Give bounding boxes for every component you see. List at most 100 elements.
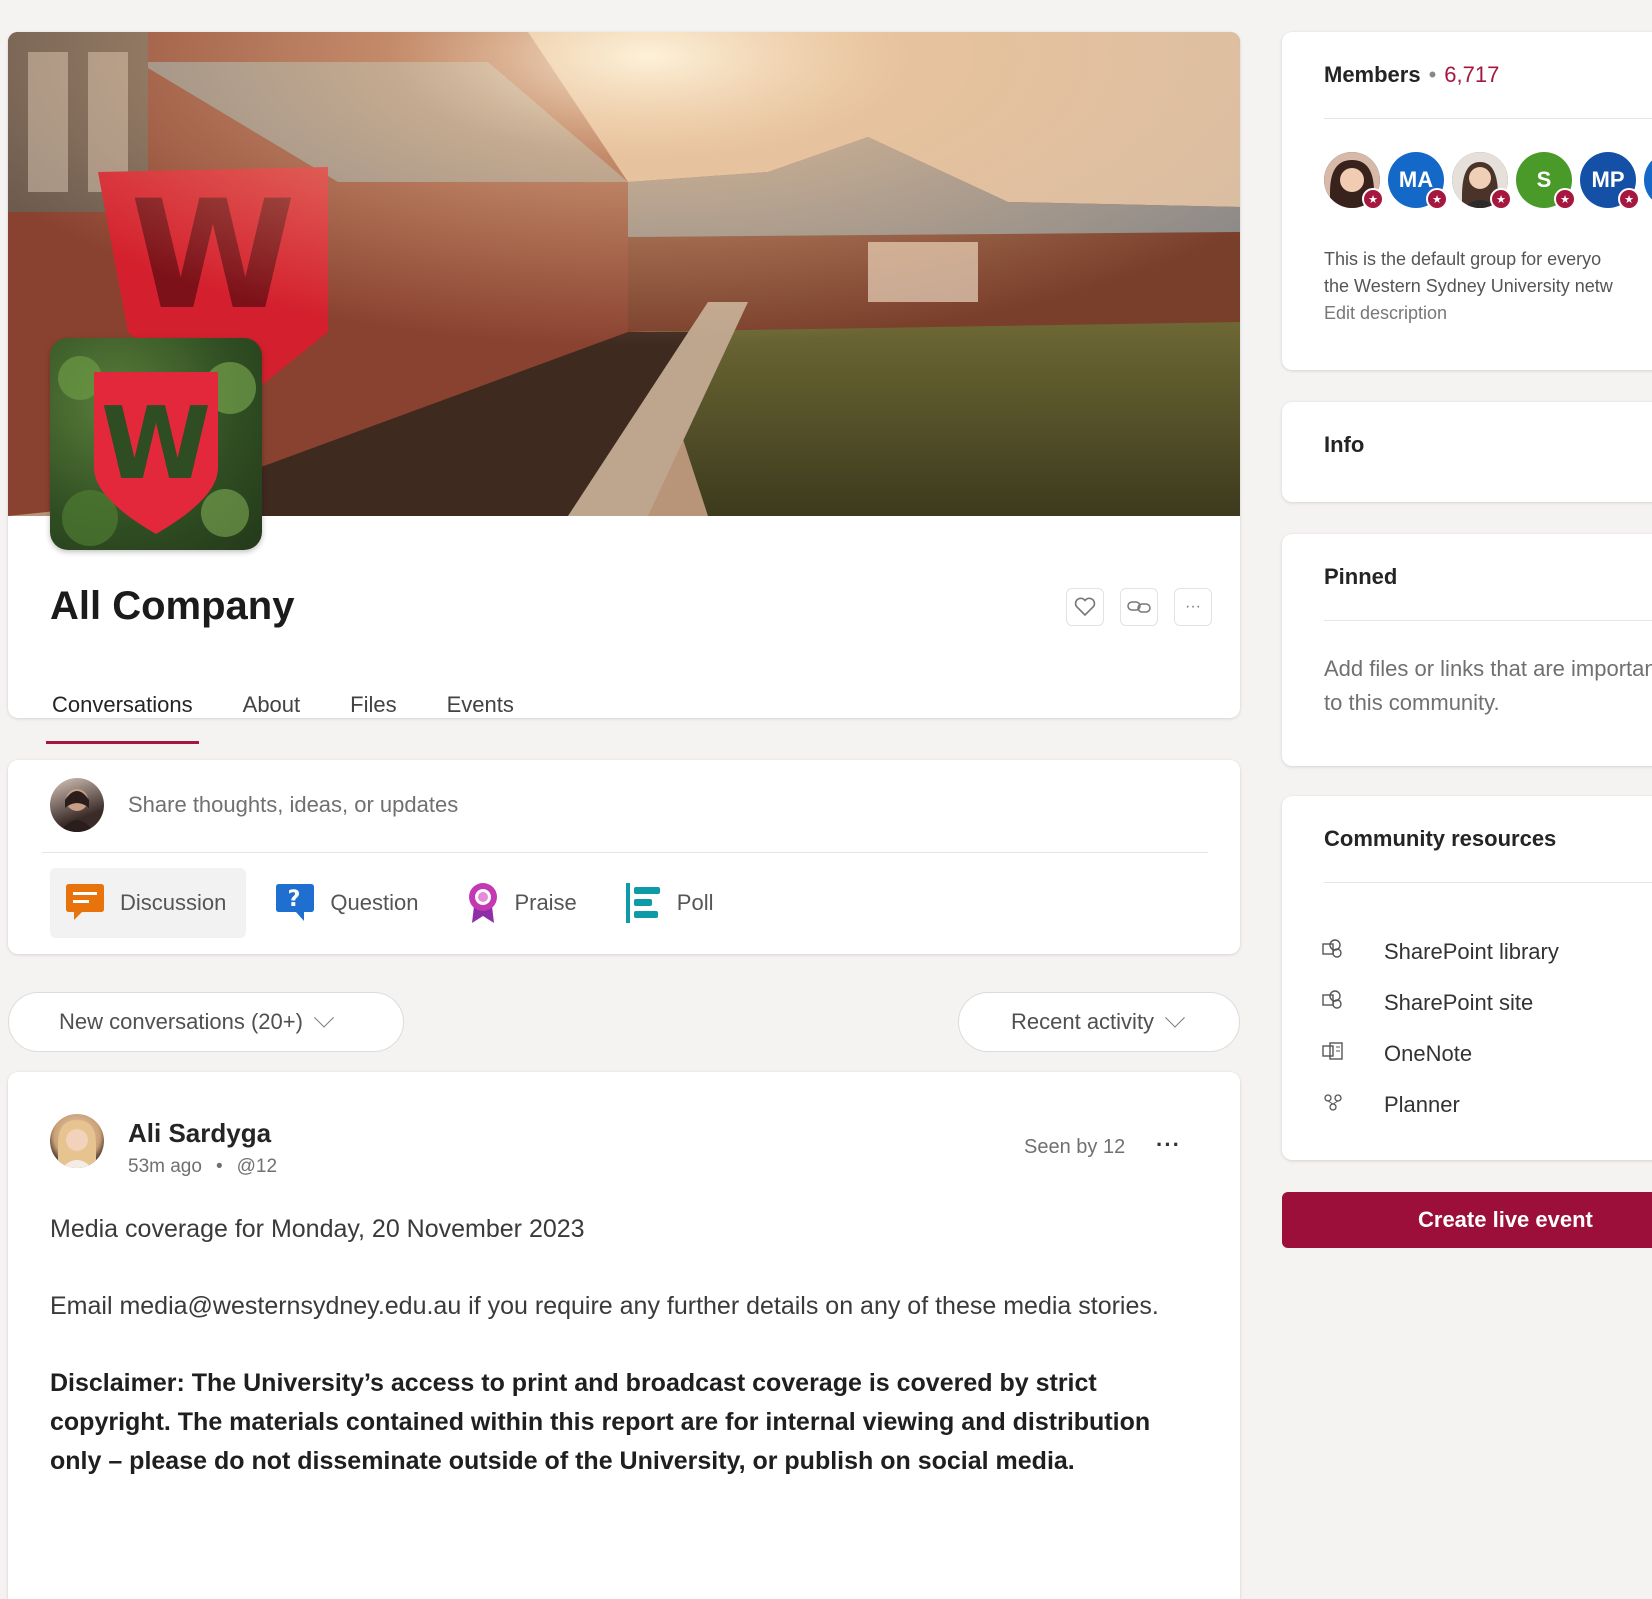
pinned-card: Pinned Add files or links that are impor… (1282, 534, 1652, 766)
tab-files[interactable]: Files (348, 692, 398, 740)
current-user-avatar (50, 778, 104, 832)
members-count: 6,717 (1444, 62, 1500, 87)
member-avatar[interactable]: MP ★ (1580, 152, 1640, 210)
member-avatar[interactable]: ★ (1452, 152, 1512, 210)
header-actions: ··· (1066, 588, 1212, 626)
tab-events[interactable]: Events (445, 692, 516, 740)
pinned-empty-text[interactable]: Add files or links that are important to… (1324, 652, 1652, 720)
post-type-label: Poll (676, 890, 714, 915)
more-icon: ··· (1185, 598, 1201, 615)
resource-sharepoint-site[interactable]: SharePoint site (1322, 977, 1559, 1028)
resource-label: Planner (1384, 1091, 1460, 1117)
member-avatar[interactable]: MA ★ (1388, 152, 1448, 210)
chevron-down-icon (314, 1007, 334, 1028)
sort-dropdown[interactable]: Recent activity (958, 992, 1240, 1052)
post-type-praise[interactable]: Praise (452, 868, 596, 938)
resource-label: SharePoint library (1384, 938, 1559, 964)
question-icon: ? (276, 884, 315, 921)
post-type-label: Praise (514, 890, 577, 915)
sharepoint-icon (1322, 939, 1384, 964)
more-options-button[interactable]: ··· (1174, 588, 1212, 626)
author-name[interactable]: Ali Sardyga (128, 1118, 271, 1149)
feed-filter-label: New conversations (20+) (59, 1009, 303, 1034)
sort-label: Recent activity (1011, 1009, 1155, 1034)
post-mention[interactable]: @12 (237, 1156, 277, 1178)
seen-by-count[interactable]: Seen by 12 (1024, 1136, 1125, 1159)
copy-link-button[interactable] (1120, 588, 1158, 626)
info-card[interactable]: Info (1282, 402, 1652, 502)
favorite-button[interactable] (1066, 588, 1104, 626)
member-avatar[interactable] (1644, 152, 1652, 208)
resource-onenote[interactable]: OneNote (1322, 1028, 1559, 1079)
post-meta: 53m ago • @12 (128, 1156, 277, 1178)
heart-icon (1074, 597, 1096, 617)
divider (1324, 118, 1652, 119)
member-initials: MP (1591, 167, 1625, 192)
onenote-icon (1322, 1041, 1384, 1066)
resources-heading: Community resources (1324, 826, 1557, 851)
pinned-heading: Pinned (1324, 564, 1398, 589)
chevron-down-icon (1165, 1007, 1185, 1028)
resource-sharepoint-library[interactable]: SharePoint library (1322, 926, 1559, 977)
members-separator: • (1428, 62, 1437, 87)
resources-list: SharePoint library SharePoint site OneNo… (1322, 926, 1559, 1130)
member-avatars: ★ MA ★ ★ S ★ MP ★ (1324, 152, 1652, 210)
star-badge-icon: ★ (1426, 188, 1448, 210)
praise-icon (469, 883, 498, 923)
create-live-event-button[interactable]: Create live event (1282, 1192, 1652, 1248)
post-disclaimer: Disclaimer: The University’s access to p… (50, 1369, 1151, 1475)
post-type-question[interactable]: ? Question (260, 868, 438, 938)
page-title: All Company (50, 584, 295, 628)
star-badge-icon: ★ (1618, 188, 1640, 210)
post-paragraph: Media coverage for Monday, 20 November 2… (50, 1215, 585, 1243)
discussion-icon (66, 884, 104, 920)
author-avatar[interactable] (50, 1114, 104, 1168)
divider (1324, 620, 1652, 621)
post-type-discussion[interactable]: Discussion (50, 868, 247, 938)
feed-filter-dropdown[interactable]: New conversations (20+) (8, 992, 404, 1052)
member-avatar[interactable]: S ★ (1516, 152, 1576, 210)
post-paragraph: Email media@westernsydney.edu.au if you … (50, 1292, 1159, 1320)
more-icon: ··· (1156, 1132, 1181, 1157)
planner-icon (1322, 1092, 1384, 1117)
community-description: This is the default group for everyo the… (1324, 246, 1652, 327)
community-logo: W (50, 338, 262, 550)
post-type-selector: Discussion ? Question Praise Poll (50, 868, 747, 938)
members-heading[interactable]: Members • 6,717 (1324, 62, 1499, 88)
community-header: W W All Company ··· Conversations About … (8, 32, 1240, 744)
edit-description-link[interactable]: Edit description (1324, 300, 1652, 327)
tab-about[interactable]: About (241, 692, 303, 740)
composer-divider (42, 852, 1208, 853)
members-label: Members (1324, 62, 1421, 87)
info-heading: Info (1324, 432, 1365, 457)
divider (1324, 882, 1652, 883)
members-card: Members • 6,717 ★ MA ★ ★ S ★ MP ★ This is … (1282, 32, 1652, 370)
community-resources-card: Community resources SharePoint library S… (1282, 796, 1652, 1160)
resource-planner[interactable]: Planner (1322, 1079, 1559, 1130)
post-type-label: Question (330, 890, 419, 915)
star-badge-icon: ★ (1490, 188, 1512, 210)
description-line: the Western Sydney University netw (1324, 276, 1613, 296)
description-line: This is the default group for everyo (1324, 249, 1602, 269)
post-type-label: Discussion (120, 890, 227, 915)
resource-label: OneNote (1384, 1040, 1473, 1066)
tab-conversations[interactable]: Conversations (46, 692, 199, 744)
member-initials: S (1536, 167, 1552, 192)
community-tabs: Conversations About Files Events (46, 692, 562, 744)
poll-icon (625, 883, 660, 923)
sharepoint-icon (1322, 990, 1384, 1015)
member-initials: MA (1398, 167, 1434, 192)
svg-text:?: ? (288, 887, 301, 912)
member-avatar[interactable]: ★ (1324, 152, 1384, 210)
link-icon (1127, 601, 1151, 613)
post-body: Media coverage for Monday, 20 November 2… (50, 1210, 1200, 1519)
post-type-poll[interactable]: Poll (611, 868, 734, 938)
resource-label: SharePoint site (1384, 989, 1534, 1015)
post-more-options[interactable]: ··· (1156, 1132, 1181, 1158)
composer-input[interactable]: Share thoughts, ideas, or updates (128, 792, 458, 818)
star-badge-icon: ★ (1362, 188, 1384, 210)
post-time[interactable]: 53m ago (128, 1156, 202, 1178)
meta-separator: • (215, 1156, 223, 1177)
svg-text:W: W (101, 385, 211, 502)
star-badge-icon: ★ (1554, 188, 1576, 210)
